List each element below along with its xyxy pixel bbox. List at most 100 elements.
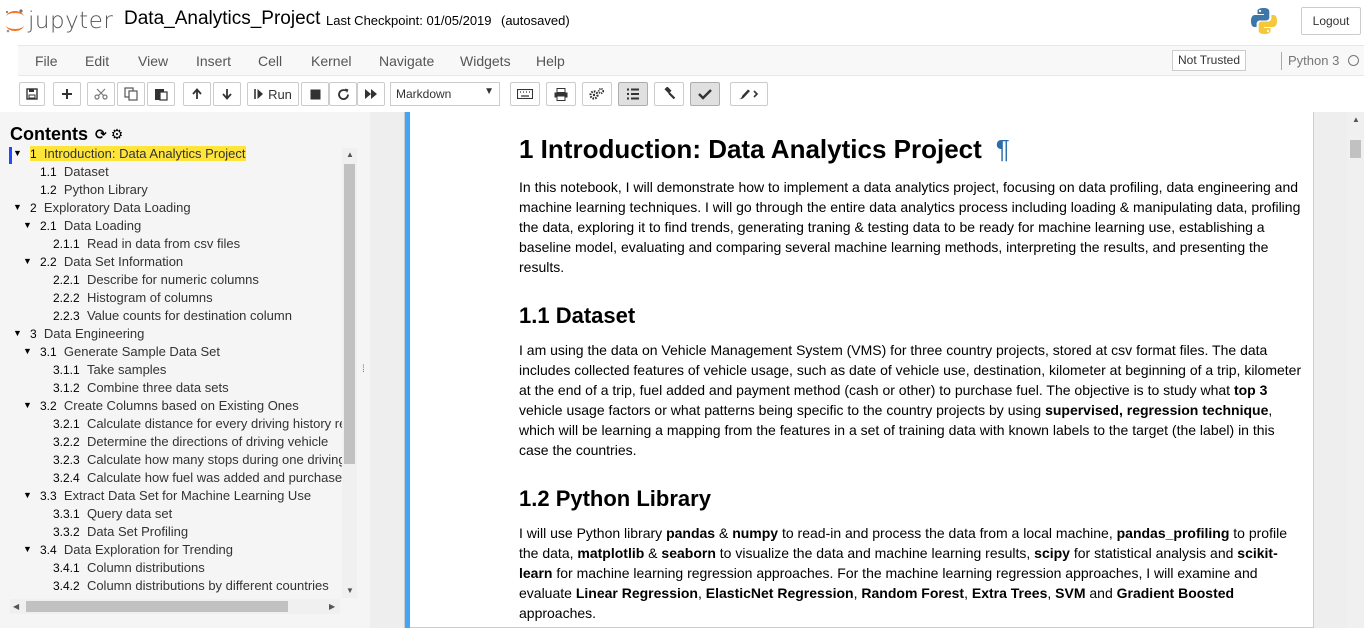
toc-item-text: 1.1 Dataset xyxy=(40,164,109,179)
toc-item[interactable]: ▼ 3.4 Data Exploration for Trending xyxy=(0,542,342,560)
toc-item[interactable]: 3.2.1 Calculate distance for every drivi… xyxy=(0,416,342,434)
toc-item[interactable]: ▼ 3 Data Engineering xyxy=(0,326,342,344)
collapse-caret-icon[interactable]: ▼ xyxy=(13,328,22,338)
toc-item[interactable]: 1.1 Dataset xyxy=(0,164,342,182)
check-button[interactable] xyxy=(690,82,720,106)
toc-item-text: 3.4.2 Column distributions by different … xyxy=(53,578,329,593)
nbextensions-button[interactable] xyxy=(582,82,612,106)
notebook-name[interactable]: Data_Analytics_Project xyxy=(124,8,320,30)
jupyter-logo-icon xyxy=(6,9,24,33)
toc-toggle-button[interactable] xyxy=(618,82,648,106)
toc-item-text: 3 Data Engineering xyxy=(30,326,144,341)
toc-item[interactable]: 2.2.3 Value counts for destination colum… xyxy=(0,308,342,326)
run-all-button[interactable] xyxy=(357,82,385,106)
toc-item[interactable]: ▼ 2 Exploratory Data Loading xyxy=(0,200,342,218)
toc-item-label: Introduction: Data Analytics Project xyxy=(43,146,246,161)
gavel-button[interactable] xyxy=(654,82,684,106)
notebook-scrollbar[interactable]: ▲ xyxy=(1347,112,1364,628)
arrow-down-icon xyxy=(222,89,232,100)
menu-navigate[interactable]: Navigate xyxy=(379,53,434,69)
toc-item[interactable]: 1.2 Python Library xyxy=(0,182,342,200)
anchor-link-icon[interactable]: ¶ xyxy=(996,134,1010,164)
toc-item[interactable]: ▼ 1 Introduction: Data Analytics Project xyxy=(0,146,342,164)
toc-item-text: 3.2.3 Calculate how many stops during on… xyxy=(53,452,342,467)
run-button[interactable]: Run xyxy=(247,82,299,106)
toc-item[interactable]: ▼ 3.2 Create Columns based on Existing On… xyxy=(0,398,342,416)
toc-item[interactable]: ▼ 2.1 Data Loading xyxy=(0,218,342,236)
gear-icon[interactable]: ⚙ xyxy=(111,126,124,142)
brush-button[interactable] xyxy=(730,82,768,106)
toc-item[interactable]: ▼ 2.2 Data Set Information xyxy=(0,254,342,272)
command-palette-button[interactable] xyxy=(510,82,540,106)
insert-cell-button[interactable] xyxy=(53,82,81,106)
menu-cell[interactable]: Cell xyxy=(258,53,282,69)
menu-insert[interactable]: Insert xyxy=(196,53,231,69)
toc-item[interactable]: ▼ 3.3 Extract Data Set for Machine Learni… xyxy=(0,488,342,506)
scroll-up-arrow-icon[interactable]: ▲ xyxy=(346,150,354,159)
toc-item[interactable]: ▼ 3.1 Generate Sample Data Set xyxy=(0,344,342,362)
toc-item[interactable]: 3.2.3 Calculate how many stops during on… xyxy=(0,452,342,470)
toc-item-number: 3.4 xyxy=(40,543,57,557)
menu-edit[interactable]: Edit xyxy=(85,53,109,69)
cut-button[interactable] xyxy=(87,82,115,106)
save-button[interactable] xyxy=(19,82,45,106)
collapse-caret-icon[interactable]: ▼ xyxy=(23,490,32,500)
toc-item-number: 3.1 xyxy=(40,345,57,359)
collapse-caret-icon[interactable]: ▼ xyxy=(23,256,32,266)
library-name: Gradient Boosted xyxy=(1116,585,1235,601)
scroll-left-arrow-icon[interactable]: ◀ xyxy=(13,602,19,611)
menu-widgets[interactable]: Widgets xyxy=(460,53,511,69)
scroll-up-arrow-icon[interactable]: ▲ xyxy=(1352,115,1360,124)
menu-view[interactable]: View xyxy=(138,53,168,69)
dataset-bold-1: top 3 xyxy=(1233,382,1268,398)
markdown-cell[interactable]: 1 Introduction: Data Analytics Project ¶ … xyxy=(404,112,1314,628)
dataset-bold-2: supervised, regression technique xyxy=(1045,402,1269,418)
collapse-caret-icon[interactable]: ▼ xyxy=(13,202,22,212)
move-down-button[interactable] xyxy=(213,82,241,106)
list-icon xyxy=(627,88,639,100)
collapse-caret-icon[interactable]: ▼ xyxy=(13,148,22,158)
notebook-scroll-thumb[interactable] xyxy=(1350,140,1361,158)
collapse-caret-icon[interactable]: ▼ xyxy=(23,346,32,356)
menu-kernel[interactable]: Kernel xyxy=(311,53,351,69)
trust-indicator[interactable]: Not Trusted xyxy=(1172,50,1247,71)
paste-button[interactable] xyxy=(147,82,175,106)
menu-help[interactable]: Help xyxy=(536,53,565,69)
collapse-caret-icon[interactable]: ▼ xyxy=(23,400,32,410)
menu-file[interactable]: File xyxy=(35,53,58,69)
collapse-caret-icon[interactable]: ▼ xyxy=(23,544,32,554)
toc-item[interactable]: 3.4.1 Column distributions xyxy=(0,560,342,578)
toc-vertical-scrollbar[interactable]: ▲ ▼ xyxy=(342,148,357,598)
cell-type-select[interactable]: Markdown ▼ xyxy=(390,82,500,106)
toc-item-label: Data Set Profiling xyxy=(86,524,189,539)
scroll-down-arrow-icon[interactable]: ▼ xyxy=(346,586,354,595)
toc-item[interactable]: 3.3.1 Query data set xyxy=(0,506,342,524)
toc-item[interactable]: 3.1.2 Combine three data sets xyxy=(0,380,342,398)
move-up-button[interactable] xyxy=(183,82,211,106)
toc-horizontal-scrollbar[interactable]: ◀ ▶ xyxy=(10,599,340,614)
print-button[interactable] xyxy=(546,82,576,106)
library-name: SVM xyxy=(1055,585,1086,601)
refresh-icon[interactable]: ⟳ xyxy=(95,126,107,142)
toc-item[interactable]: 3.1.1 Take samples xyxy=(0,362,342,380)
logout-button[interactable]: Logout xyxy=(1301,7,1361,35)
interrupt-button[interactable] xyxy=(301,82,329,106)
toc-item[interactable]: 3.4.2 Column distributions by different … xyxy=(0,578,342,596)
scroll-right-arrow-icon[interactable]: ▶ xyxy=(329,602,335,611)
checkpoint-status: Last Checkpoint: 01/05/2019 xyxy=(326,13,492,28)
toc-vscroll-thumb[interactable] xyxy=(344,164,355,464)
copy-button[interactable] xyxy=(117,82,145,106)
toc-hscroll-thumb[interactable] xyxy=(26,601,288,612)
restart-button[interactable] xyxy=(329,82,357,106)
jupyter-logo[interactable]: jupyter xyxy=(4,6,113,36)
resize-handle-icon[interactable]: ⁞ xyxy=(362,364,365,375)
collapse-caret-icon[interactable]: ▼ xyxy=(23,220,32,230)
toc-item[interactable]: 2.2.1 Describe for numeric columns xyxy=(0,272,342,290)
toc-item[interactable]: 2.1.1 Read in data from csv files xyxy=(0,236,342,254)
toc-item[interactable]: 3.2.4 Calculate how fuel was added and p… xyxy=(0,470,342,488)
toc-item[interactable]: 3.3.2 Data Set Profiling xyxy=(0,524,342,542)
toc-item[interactable]: 2.2.2 Histogram of columns xyxy=(0,290,342,308)
toc-item-label: Data Exploration for Trending xyxy=(63,542,234,557)
gears-icon xyxy=(589,87,605,100)
toc-item[interactable]: 3.2.2 Determine the directions of drivin… xyxy=(0,434,342,452)
